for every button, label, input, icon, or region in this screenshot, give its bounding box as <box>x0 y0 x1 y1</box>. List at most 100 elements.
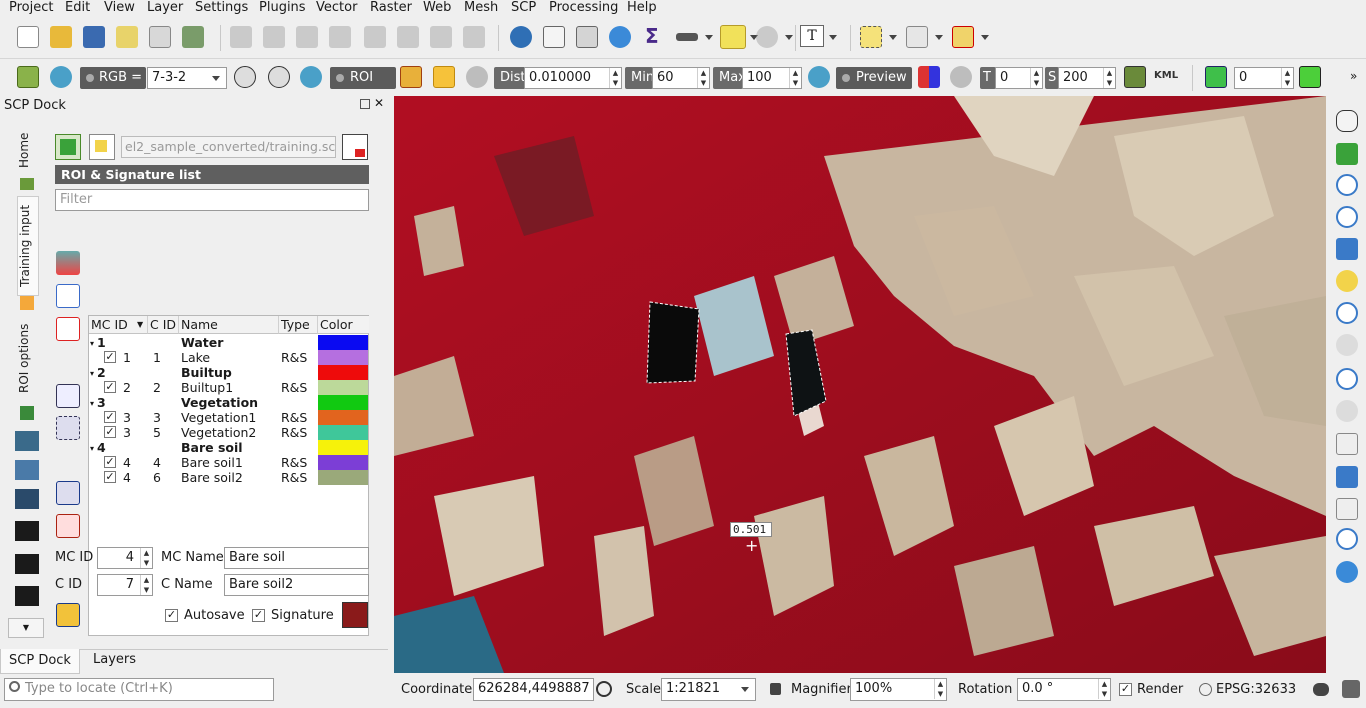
export-signatures-icon[interactable] <box>56 514 80 538</box>
menu-web[interactable]: Web <box>423 0 451 16</box>
menu-help[interactable]: Help <box>627 0 657 16</box>
preview-label[interactable]: Preview <box>836 67 912 89</box>
coordinate-field[interactable]: 626284,4498887 <box>473 678 594 701</box>
color-swatch[interactable] <box>318 410 368 425</box>
mc-id-spinbox[interactable]: 4 ▲ ▼ <box>97 547 153 569</box>
import-signatures-icon[interactable] <box>56 481 80 505</box>
menu-settings[interactable]: Settings <box>195 0 248 16</box>
menu-processing[interactable]: Processing <box>549 0 618 16</box>
remove-selection-icon[interactable] <box>952 26 974 48</box>
redo-roi-icon[interactable] <box>466 66 488 88</box>
pan-hand-icon[interactable] <box>1336 110 1358 132</box>
col-type[interactable]: Type <box>279 316 318 334</box>
menu-layer[interactable]: Layer <box>147 0 183 16</box>
delete-signatures-icon[interactable] <box>56 317 80 341</box>
expand-arrow-icon[interactable]: ▾ <box>90 441 94 456</box>
create-roi-polygon-icon[interactable] <box>400 66 422 88</box>
table-group-row[interactable]: ▾ 2 Builtup <box>89 365 368 380</box>
color-swatch[interactable] <box>318 455 368 470</box>
tools-tab-icon[interactable] <box>20 406 34 420</box>
map-canvas[interactable]: 0.501 + <box>394 96 1326 673</box>
menu-raster[interactable]: Raster <box>370 0 412 16</box>
color-swatch[interactable] <box>318 335 368 350</box>
toolbar-overflow-icon[interactable]: » <box>1350 69 1357 83</box>
color-swatch[interactable] <box>318 395 368 410</box>
signature-checkbox[interactable]: ✓ <box>252 609 265 622</box>
s-spinbox[interactable]: 200 ▲ ▼ <box>1058 67 1116 89</box>
table-row[interactable]: ✓ 4 4 Bare soil1 R&S <box>89 455 368 470</box>
new-project-icon[interactable] <box>17 26 39 48</box>
col-name[interactable]: Name <box>179 316 279 334</box>
row-checkbox[interactable]: ✓ <box>104 381 116 393</box>
row-checkbox[interactable]: ✓ <box>104 351 116 363</box>
open-training-icon[interactable] <box>55 134 81 160</box>
select-features-icon[interactable] <box>860 26 882 48</box>
color-swatch[interactable] <box>318 365 368 380</box>
attribute-table-icon[interactable] <box>543 26 565 48</box>
col-c-id[interactable]: C ID <box>148 316 179 334</box>
col-color[interactable]: Color <box>318 316 369 334</box>
row-checkbox[interactable]: ✓ <box>104 411 116 423</box>
undo-save-icon[interactable] <box>56 603 80 627</box>
lock-scale-icon[interactable] <box>770 683 781 695</box>
t-spinbox[interactable]: 0 ▲ ▼ <box>995 67 1043 89</box>
rotation-spinbox[interactable]: 0.0 ° ▲ ▼ <box>1017 678 1111 701</box>
dock-float-icon[interactable] <box>360 99 370 109</box>
autosave-checkbox[interactable]: ✓ <box>165 609 178 622</box>
max-spinbox[interactable]: 100 ▲ ▼ <box>742 67 802 89</box>
table-group-row[interactable]: ▾ 3 Vegetation <box>89 395 368 410</box>
color-swatch[interactable] <box>318 440 368 455</box>
zoom-last-icon[interactable] <box>1336 368 1358 390</box>
magnifier-spinbox[interactable]: 100% ▲ ▼ <box>850 678 947 701</box>
open-project-icon[interactable] <box>50 26 72 48</box>
band-processing-tab-icon[interactable] <box>15 460 39 480</box>
signature-plot-icon[interactable] <box>56 251 80 275</box>
pan-to-selection-icon[interactable] <box>1336 143 1358 165</box>
table-row[interactable]: ✓ 4 6 Bare soil2 R&S <box>89 470 368 485</box>
toggle-extents-icon[interactable] <box>596 681 612 697</box>
menu-mesh[interactable]: Mesh <box>464 0 498 16</box>
statistics-icon[interactable]: Σ <box>645 24 659 48</box>
field-calculator-icon[interactable] <box>576 26 598 48</box>
row-checkbox[interactable]: ✓ <box>104 456 116 468</box>
color-swatch[interactable] <box>318 470 368 485</box>
table-row[interactable]: ✓ 2 2 Builtup1 R&S <box>89 380 368 395</box>
filter-input[interactable]: Filter <box>55 189 369 211</box>
tab-home[interactable]: Home <box>17 130 39 170</box>
menu-scp[interactable]: SCP <box>511 0 536 16</box>
scatter-plot-icon[interactable] <box>56 416 80 440</box>
zoom-full-extent-icon[interactable] <box>1336 238 1358 260</box>
zoom-roi-icon[interactable] <box>300 66 322 88</box>
std-dev-stretch-icon[interactable] <box>268 66 290 88</box>
refresh-icon[interactable] <box>1336 561 1358 583</box>
show-bookmarks-icon[interactable] <box>1336 498 1358 520</box>
expand-arrow-icon[interactable]: ▾ <box>90 366 94 381</box>
settings-tab-icon[interactable] <box>15 586 39 606</box>
new-bookmark-icon[interactable] <box>1336 466 1358 488</box>
crs-label[interactable]: EPSG:32633 <box>1216 682 1296 697</box>
rgb-label[interactable]: RGB = <box>80 67 146 89</box>
zoom-input-image-icon[interactable] <box>50 66 72 88</box>
tab-training-input[interactable]: Training input <box>17 196 39 296</box>
zoom-in-icon[interactable] <box>1336 174 1358 196</box>
run-band-calc-icon[interactable] <box>1299 66 1321 88</box>
table-row[interactable]: ✓ 1 1 Lake R&S <box>89 350 368 365</box>
save-project-icon[interactable] <box>83 26 105 48</box>
dock-close-icon[interactable]: ✕ <box>374 96 384 110</box>
mc-name-input[interactable]: Bare soil <box>224 547 369 569</box>
zoom-to-layer-icon[interactable] <box>1336 302 1358 324</box>
c-id-spinbox[interactable]: 7 ▲ ▼ <box>97 574 153 596</box>
expand-arrow-icon[interactable]: ▾ <box>90 336 94 351</box>
row-checkbox[interactable]: ✓ <box>104 471 116 483</box>
tab-layers[interactable]: Layers <box>93 652 136 667</box>
render-checkbox[interactable]: ✓ <box>1119 683 1132 696</box>
activate-roi-pointer-icon[interactable] <box>433 66 455 88</box>
identify-icon[interactable] <box>510 26 532 48</box>
menu-vector[interactable]: Vector <box>316 0 357 16</box>
c-name-input[interactable]: Bare soil2 <box>224 574 369 596</box>
new-training-icon[interactable] <box>89 134 115 160</box>
row-checkbox[interactable]: ✓ <box>104 426 116 438</box>
batch-tab-icon[interactable] <box>15 554 39 574</box>
table-group-row[interactable]: ▾ 4 Bare soil <box>89 440 368 455</box>
messages-icon[interactable] <box>1313 683 1329 696</box>
